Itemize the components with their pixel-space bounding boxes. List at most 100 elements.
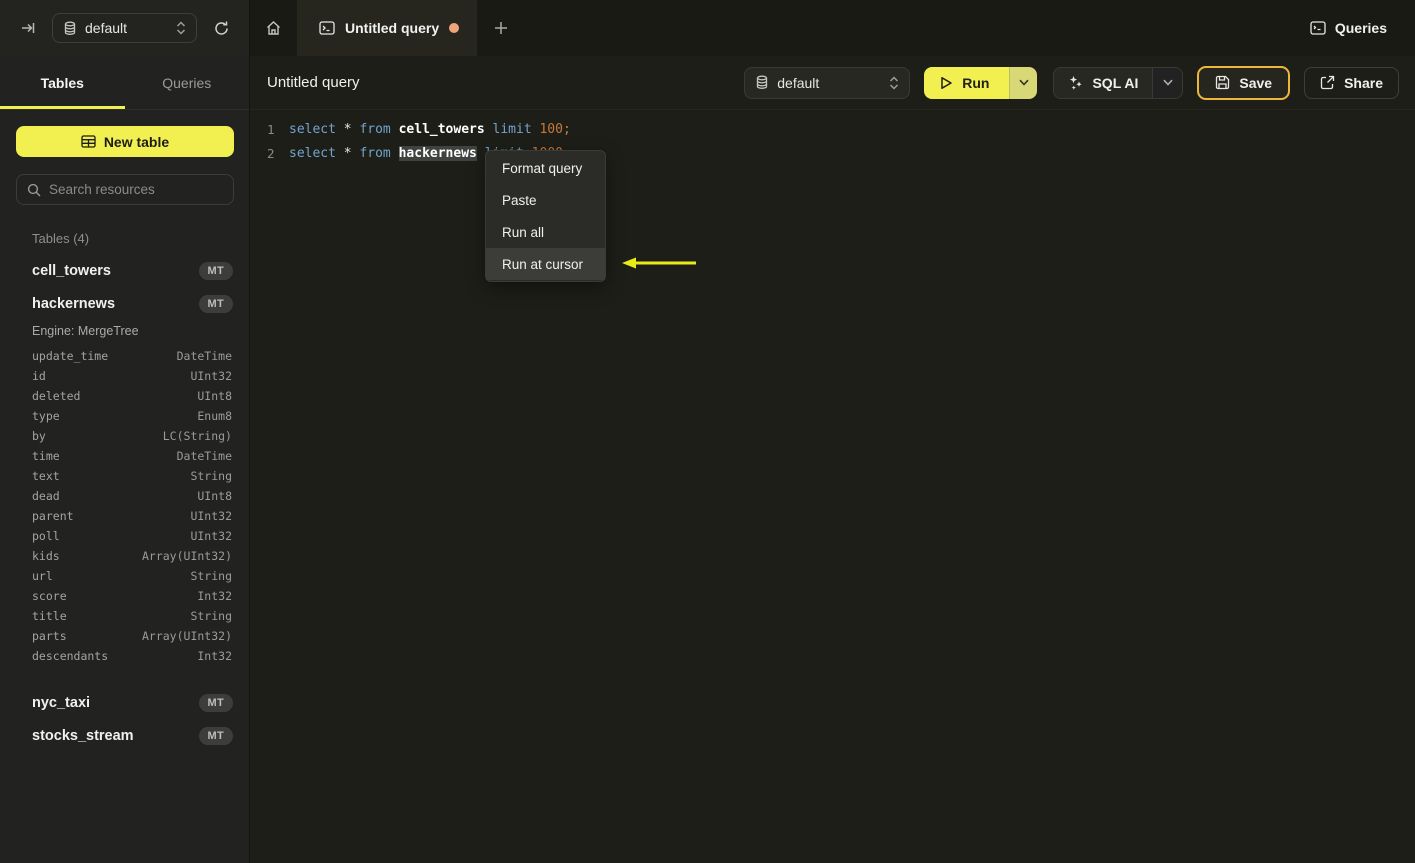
table-row-stocks-stream[interactable]: stocks_stream MT [32, 719, 233, 752]
column-row[interactable]: poll UInt32 [32, 526, 232, 546]
column-type: LC(String) [162, 429, 232, 443]
column-list: update_time DateTime id UInt32 deleted UInt8 t… [32, 346, 232, 666]
column-row[interactable]: text String [32, 466, 232, 486]
run-button-label: Run [962, 74, 990, 91]
code-token-number: 100; [539, 121, 571, 137]
sql-editor[interactable]: 1 select * from cell_towers limit 100; 2 se… [250, 110, 1415, 165]
share-button[interactable]: Share [1304, 66, 1399, 99]
sidebar-tab-tables[interactable]: Tables [0, 56, 125, 109]
new-table-button[interactable]: New table [16, 126, 234, 157]
annotation-arrow-icon [620, 255, 698, 271]
column-type: Int32 [197, 589, 232, 603]
column-row[interactable]: title String [32, 606, 232, 626]
column-type: String [190, 569, 232, 583]
sidebar-tab-queries[interactable]: Queries [125, 56, 250, 109]
column-name: time [32, 449, 60, 463]
column-row[interactable]: update_time DateTime [32, 346, 232, 366]
code-text: select * from cell_towers limit 100; [289, 122, 571, 137]
code-token-keyword: from [359, 145, 399, 161]
run-button[interactable]: Run [924, 66, 1010, 99]
terminal-icon [319, 21, 335, 35]
column-row[interactable]: type Enum8 [32, 406, 232, 426]
menu-item-run-at-cursor[interactable]: Run at cursor [486, 248, 605, 280]
column-name: text [32, 469, 60, 483]
column-name: update_time [32, 349, 109, 363]
column-name: poll [32, 529, 60, 543]
sql-ai-options-button[interactable] [1152, 67, 1183, 98]
column-name: id [32, 369, 46, 383]
database-icon [63, 21, 77, 36]
column-type: Array(UInt32) [141, 549, 232, 563]
home-button[interactable] [250, 0, 297, 56]
column-row[interactable]: descendants Int32 [32, 646, 232, 666]
run-options-button[interactable] [1009, 66, 1038, 99]
table-row-hackernews[interactable]: hackernews MT [32, 287, 233, 320]
column-type: Array(UInt32) [141, 629, 232, 643]
search-input[interactable] [49, 182, 226, 197]
code-line[interactable]: 2select * from hackernews limit 1000 [250, 141, 1415, 165]
sql-ai-button[interactable]: SQL AI [1054, 68, 1152, 98]
query-toolbar: Untitled query default Run SQL AI Save S… [250, 56, 1415, 110]
column-row[interactable]: url String [32, 566, 232, 586]
search-box[interactable] [16, 174, 234, 205]
new-table-label: New table [103, 133, 170, 150]
table-engine-label: Engine: MergeTree [32, 324, 139, 338]
column-row[interactable]: parent UInt32 [32, 506, 232, 526]
code-token-keyword: select [289, 145, 344, 161]
database-icon [755, 75, 769, 90]
refresh-button[interactable] [207, 14, 235, 42]
toolbar-database-value: default [777, 74, 820, 91]
topbar-left: default [0, 0, 250, 56]
toolbar-database-selector[interactable]: default [744, 66, 911, 99]
database-selector[interactable]: default [52, 13, 197, 43]
engine-badge: MT [198, 294, 233, 313]
code-line[interactable]: 1 select * from cell_towers limit 100; [250, 117, 1415, 141]
code-token-keyword: select [289, 121, 344, 137]
new-tab-button[interactable] [477, 0, 525, 56]
chevron-down-icon [1163, 79, 1173, 86]
floppy-icon [1215, 75, 1230, 90]
menu-item-paste[interactable]: Paste [486, 184, 605, 216]
table-row-nyc-taxi[interactable]: nyc_taxi MT [32, 686, 233, 719]
column-row[interactable]: deleted UInt8 [32, 386, 232, 406]
column-row[interactable]: parts Array(UInt32) [32, 626, 232, 646]
column-name: deleted [32, 389, 81, 403]
column-type: DateTime [176, 449, 232, 463]
query-title: Untitled query [267, 74, 360, 91]
share-button-label: Share [1344, 74, 1383, 91]
menu-item-run-all[interactable]: Run all [486, 216, 605, 248]
code-token-keyword: limit [492, 121, 540, 137]
column-name: kids [32, 549, 60, 563]
column-name: dead [32, 489, 60, 503]
engine-badge: MT [198, 261, 233, 280]
queries-button[interactable]: Queries [1298, 0, 1415, 56]
column-row[interactable]: by LC(String) [32, 426, 232, 446]
column-name: parent [32, 509, 74, 523]
table-name: hackernews [32, 295, 116, 312]
column-row[interactable]: kids Array(UInt32) [32, 546, 232, 566]
column-row[interactable]: dead UInt8 [32, 486, 232, 506]
column-row[interactable]: time DateTime [32, 446, 232, 466]
save-button[interactable]: Save [1197, 65, 1291, 100]
column-type: Int32 [197, 649, 232, 663]
updown-chevron-icon [889, 75, 899, 90]
column-row[interactable]: score Int32 [32, 586, 232, 606]
collapse-sidebar-button[interactable] [14, 14, 42, 42]
table-row-cell-towers[interactable]: cell_towers MT [32, 254, 233, 287]
column-row[interactable]: id UInt32 [32, 366, 232, 386]
tab-untitled-query[interactable]: Untitled query [297, 0, 478, 56]
column-type: String [190, 609, 232, 623]
engine-badge: MT [198, 693, 233, 712]
tab-strip: Untitled query Queries [250, 0, 1415, 56]
tables-section-label: Tables (4) [32, 231, 90, 246]
sparkles-icon [1068, 75, 1083, 90]
collapse-sidebar-icon [20, 20, 36, 36]
column-type: String [190, 469, 232, 483]
save-button-label: Save [1239, 74, 1273, 91]
tab-label: Untitled query [345, 20, 440, 36]
column-name: score [32, 589, 67, 603]
column-name: title [32, 609, 67, 623]
menu-item-format-query[interactable]: Format query [486, 152, 605, 184]
